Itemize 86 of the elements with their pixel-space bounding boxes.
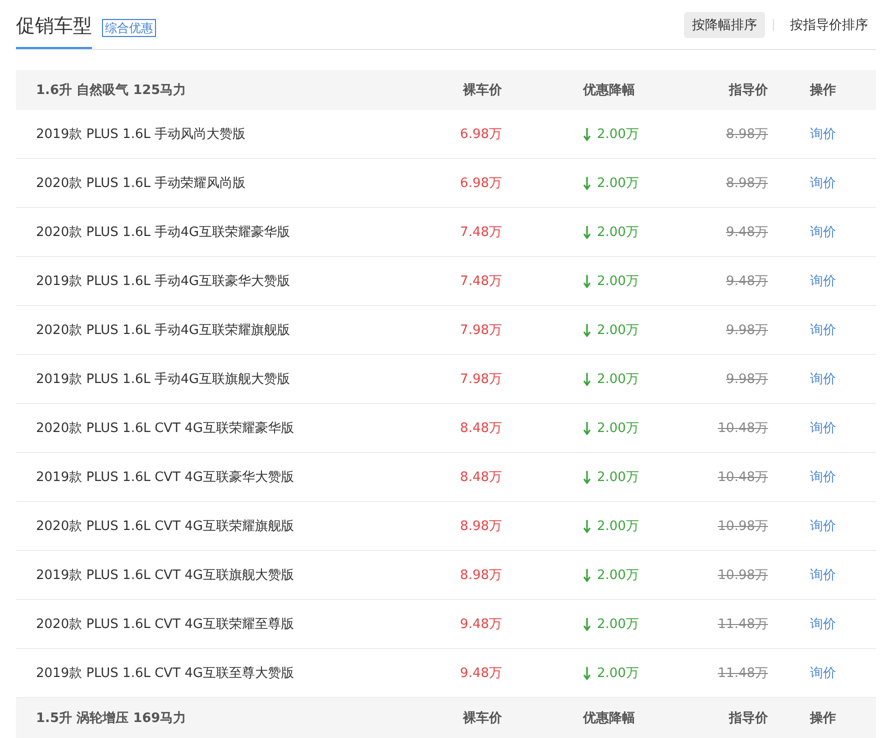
bare-price: 9.48万 bbox=[460, 665, 502, 682]
guide-price: 10.48万 bbox=[718, 469, 768, 486]
model-name: 2019款 PLUS 1.6L 手动4G互联旗舰大赞版 bbox=[36, 371, 290, 388]
bare-price: 7.98万 bbox=[460, 322, 502, 339]
sort-button[interactable]: 按降幅排序 bbox=[684, 12, 765, 38]
column-header: 裸车价 bbox=[463, 82, 502, 99]
section-tab[interactable]: 促销车型 bbox=[16, 0, 92, 49]
down-arrow-icon bbox=[583, 274, 591, 288]
guide-price: 9.98万 bbox=[726, 371, 768, 388]
model-name: 2019款 PLUS 1.6L 手动4G互联豪华大赞版 bbox=[36, 273, 290, 290]
down-arrow-icon bbox=[583, 568, 591, 582]
model-name: 2020款 PLUS 1.6L CVT 4G互联荣耀豪华版 bbox=[36, 420, 294, 437]
discount-value: 2.00万 bbox=[597, 665, 639, 682]
guide-price: 8.98万 bbox=[726, 175, 768, 192]
engine-group-title: 1.6升 自然吸气 125马力 bbox=[36, 82, 186, 99]
column-header: 优惠降幅 bbox=[582, 82, 635, 99]
discount-tag: 综合优惠 bbox=[102, 18, 156, 36]
discount-value: 2.00万 bbox=[597, 273, 639, 290]
discount-value: 2.00万 bbox=[597, 469, 639, 486]
discount-value: 2.00万 bbox=[597, 126, 639, 143]
column-header: 操作 bbox=[808, 710, 836, 727]
down-arrow-icon bbox=[583, 520, 591, 532]
model-name: 2020款 PLUS 1.6L CVT 4G互联荣耀至尊版 bbox=[36, 616, 294, 633]
inquiry-link[interactable]: 询价 bbox=[810, 223, 836, 241]
column-header: 裸车价 bbox=[463, 710, 502, 727]
discount-value: 2.00万 bbox=[597, 224, 639, 241]
model-name: 2020款 PLUS 1.6L 手动4G互联荣耀旗舰版 bbox=[36, 322, 290, 339]
column-header: 指导价 bbox=[729, 82, 768, 99]
down-arrow-icon bbox=[583, 128, 591, 140]
inquiry-link[interactable]: 询价 bbox=[810, 468, 836, 486]
guide-price: 9.48万 bbox=[726, 224, 768, 241]
guide-price: 9.48万 bbox=[726, 273, 768, 290]
model-name: 2020款 PLUS 1.6L CVT 4G互联荣耀旗舰版 bbox=[36, 518, 294, 535]
discount-value: 2.00万 bbox=[597, 518, 639, 535]
column-header: 指导价 bbox=[729, 710, 768, 727]
model-name: 2019款 PLUS 1.6L CVT 4G互联豪华大赞版 bbox=[36, 469, 294, 486]
engine-group-title: 1.5升 涡轮增压 169马力 bbox=[36, 710, 186, 727]
model-name: 2020款 PLUS 1.6L 手动荣耀风尚版 bbox=[36, 175, 246, 192]
discount-value: 2.00万 bbox=[597, 322, 639, 339]
column-header: 操作 bbox=[808, 82, 836, 99]
guide-price: 9.98万 bbox=[726, 322, 768, 339]
guide-price: 10.98万 bbox=[718, 567, 768, 584]
down-arrow-icon bbox=[583, 226, 591, 238]
bare-price: 6.98万 bbox=[460, 126, 502, 143]
model-name: 2020款 PLUS 1.6L 手动4G互联荣耀豪华版 bbox=[36, 224, 290, 241]
bare-price: 7.48万 bbox=[460, 273, 502, 290]
inquiry-link[interactable]: 询价 bbox=[810, 615, 836, 633]
discount-value: 2.00万 bbox=[597, 567, 639, 584]
inquiry-link[interactable]: 询价 bbox=[810, 321, 836, 339]
bare-price: 7.48万 bbox=[460, 224, 502, 241]
guide-price: 11.48万 bbox=[718, 616, 768, 633]
guide-price: 11.48万 bbox=[718, 665, 768, 682]
bare-price: 7.98万 bbox=[460, 371, 502, 388]
discount-value: 2.00万 bbox=[597, 420, 639, 437]
down-arrow-icon bbox=[583, 422, 591, 434]
discount-value: 2.00万 bbox=[597, 616, 639, 633]
model-name: 2019款 PLUS 1.6L 手动风尚大赞版 bbox=[36, 126, 246, 143]
discount-value: 2.00万 bbox=[597, 175, 639, 192]
inquiry-link[interactable]: 询价 bbox=[810, 664, 836, 682]
down-arrow-icon bbox=[583, 666, 591, 680]
sort-button[interactable]: 按指导价排序 bbox=[782, 12, 876, 38]
model-name: 2019款 PLUS 1.6L CVT 4G互联至尊大赞版 bbox=[36, 665, 294, 682]
guide-price: 10.48万 bbox=[718, 420, 768, 437]
inquiry-link[interactable]: 询价 bbox=[810, 174, 836, 192]
bare-price: 9.48万 bbox=[460, 616, 502, 633]
discount-value: 2.00万 bbox=[597, 371, 639, 388]
model-name: 2019款 PLUS 1.6L CVT 4G互联旗舰大赞版 bbox=[36, 567, 294, 584]
down-arrow-icon bbox=[583, 324, 591, 336]
bare-price: 6.98万 bbox=[460, 175, 502, 192]
guide-price: 8.98万 bbox=[726, 126, 768, 143]
bare-price: 8.98万 bbox=[460, 567, 502, 584]
down-arrow-icon bbox=[583, 372, 591, 386]
inquiry-link[interactable]: 询价 bbox=[810, 419, 836, 437]
down-arrow-icon bbox=[583, 176, 591, 190]
down-arrow-icon bbox=[583, 470, 591, 484]
inquiry-link[interactable]: 询价 bbox=[810, 125, 836, 143]
bare-price: 8.48万 bbox=[460, 420, 502, 437]
inquiry-link[interactable]: 询价 bbox=[810, 272, 836, 290]
down-arrow-icon bbox=[583, 618, 591, 630]
inquiry-link[interactable]: 询价 bbox=[810, 517, 836, 535]
guide-price: 10.98万 bbox=[718, 518, 768, 535]
inquiry-link[interactable]: 询价 bbox=[810, 566, 836, 584]
column-header: 优惠降幅 bbox=[582, 710, 635, 727]
bare-price: 8.48万 bbox=[460, 469, 502, 486]
bare-price: 8.98万 bbox=[460, 518, 502, 535]
inquiry-link[interactable]: 询价 bbox=[810, 370, 836, 388]
